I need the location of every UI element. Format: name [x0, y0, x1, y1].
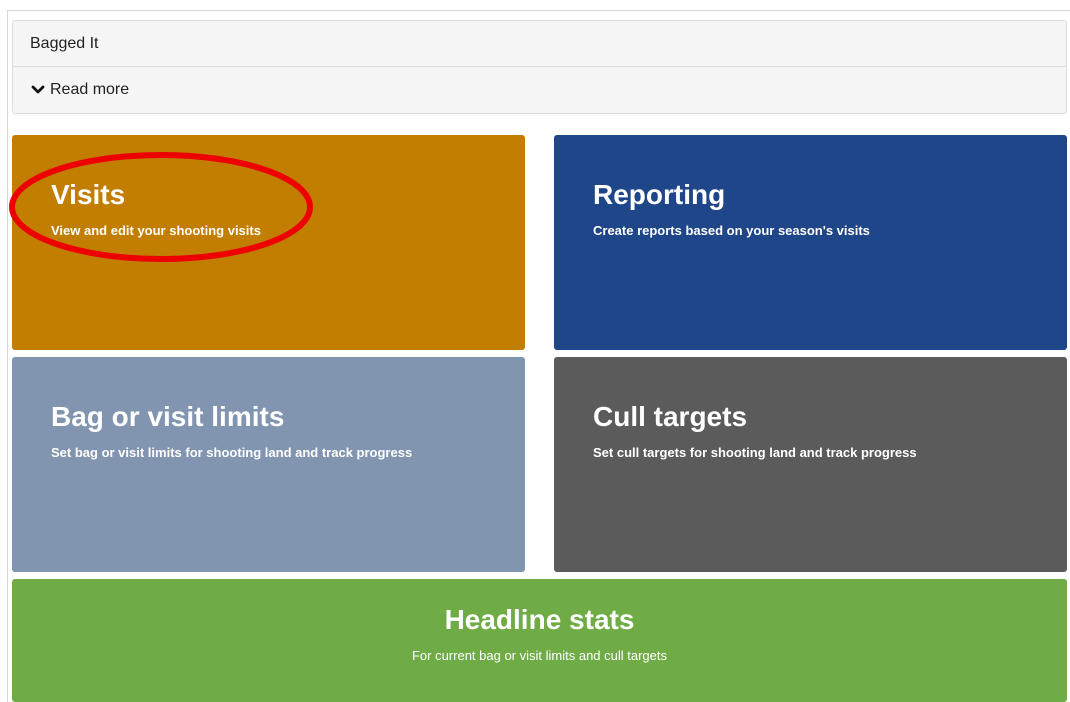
cull-targets-tile[interactable]: Cull targets Set cull targets for shooti…: [554, 357, 1067, 572]
reporting-tile[interactable]: Reporting Create reports based on your s…: [554, 135, 1067, 350]
headline-stats-description: For current bag or visit limits and cull…: [411, 648, 668, 663]
info-panel: Bagged It Read more: [12, 20, 1067, 114]
read-more-toggle[interactable]: Read more: [13, 67, 1066, 113]
bag-visit-limits-tile[interactable]: Bag or visit limits Set bag or visit lim…: [12, 357, 525, 572]
headline-stats-tile[interactable]: Headline stats For current bag or visit …: [12, 579, 1067, 702]
panel-title: Bagged It: [13, 21, 1066, 67]
read-more-label: Read more: [50, 81, 130, 98]
cull-targets-title: Cull targets: [593, 401, 748, 432]
visits-tile[interactable]: Visits View and edit your shooting visit…: [12, 135, 525, 350]
bag-visit-limits-title: Bag or visit limits: [51, 401, 285, 432]
chevron-down-icon: [31, 85, 45, 94]
reporting-title: Reporting: [593, 179, 726, 210]
visits-description: View and edit your shooting visits: [51, 223, 261, 238]
reporting-description: Create reports based on your season's vi…: [593, 223, 870, 238]
visits-title: Visits: [51, 179, 126, 210]
bag-visit-limits-description: Set bag or visit limits for shooting lan…: [51, 445, 413, 460]
cull-targets-description: Set cull targets for shooting land and t…: [593, 445, 917, 460]
headline-stats-title: Headline stats: [444, 604, 635, 635]
